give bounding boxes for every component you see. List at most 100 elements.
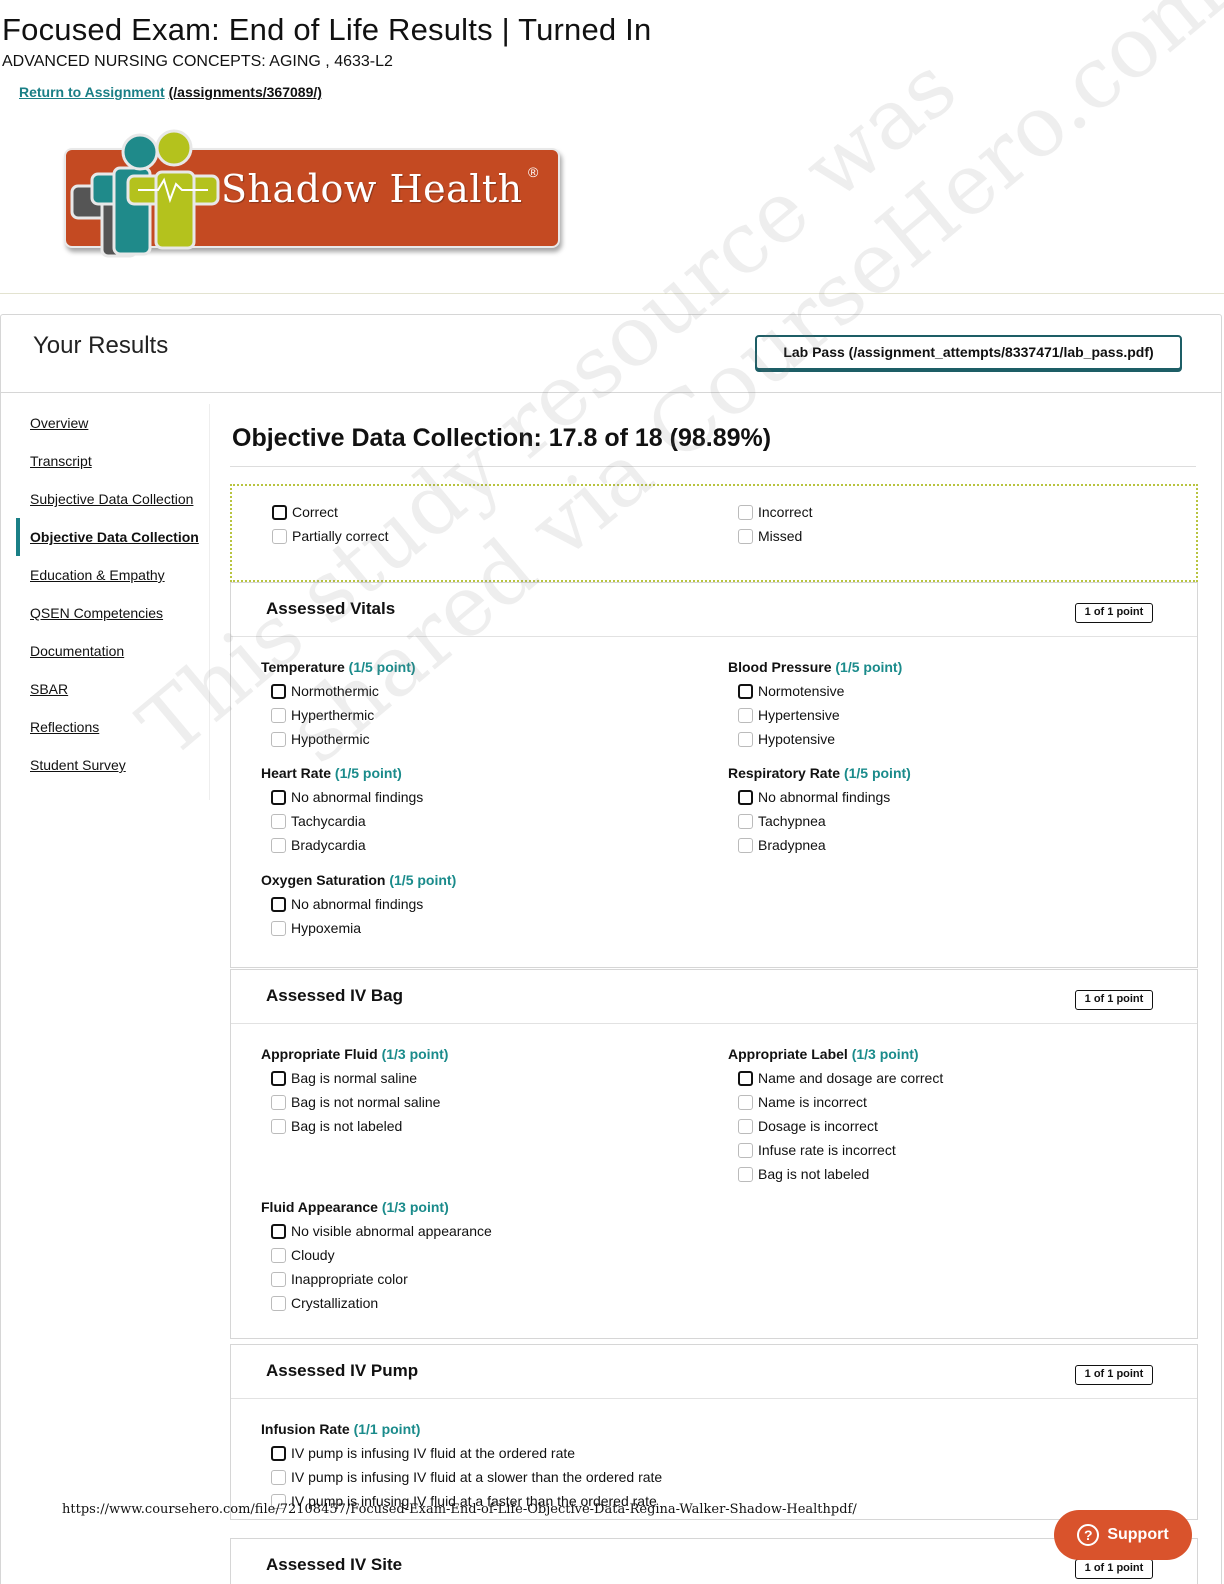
answer-label: No abnormal findings <box>291 896 424 912</box>
legend-incorrect: Incorrect <box>738 504 812 520</box>
answer-label: Bradycardia <box>291 837 366 853</box>
checkbox-icon <box>271 1118 286 1134</box>
answer-label: Bag is not normal saline <box>291 1094 441 1110</box>
question-group: Fluid Appearance (1/3 point) No visible a… <box>261 1195 681 1315</box>
checkbox-icon <box>738 1094 753 1110</box>
legend-partial: Partially correct <box>272 528 388 544</box>
card-header: Assessed IV Pump 1 of 1 point <box>231 1345 1197 1399</box>
checkbox-icon <box>272 528 287 544</box>
sidebar-item-overview[interactable]: Overview <box>16 404 209 442</box>
sidebar-item-transcript[interactable]: Transcript <box>16 442 209 480</box>
sidebar-item-objective-data-collection[interactable]: Objective Data Collection <box>16 518 209 556</box>
logo-figures-icon <box>70 129 220 258</box>
results-heading: Your Results <box>33 332 169 359</box>
answer-option: Bag is not normal saline <box>261 1090 681 1114</box>
answer-option: Bradypnea <box>728 833 1148 857</box>
points-badge: 1 of 1 point <box>1075 1365 1153 1385</box>
sidebar-item-education-empathy[interactable]: Education & Empathy <box>16 556 209 594</box>
question-label: Oxygen Saturation <box>261 872 386 888</box>
answer-option: Infuse rate is incorrect <box>728 1138 1148 1162</box>
checkbox-icon <box>271 1469 286 1485</box>
question-group: Appropriate Label (1/3 point) Name and do… <box>728 1042 1148 1186</box>
card-assessed-iv-bag: Assessed IV Bag 1 of 1 point Appropriate F… <box>230 969 1198 1339</box>
answer-label: Hyperthermic <box>291 707 375 723</box>
results-sidebar: Overview Transcript Subjective Data Collec… <box>16 404 210 800</box>
sidebar-item-subjective-data-collection[interactable]: Subjective Data Collection <box>16 480 209 518</box>
checkbox-icon <box>271 731 286 747</box>
answer-option: Bag is not labeled <box>261 1114 681 1138</box>
card-assessed-vitals: Assessed Vitals 1 of 1 point Temperature (… <box>230 582 1198 968</box>
sidebar-item-student-survey[interactable]: Student Survey <box>16 746 209 784</box>
question-label: Heart Rate <box>261 765 332 781</box>
question-group: Blood Pressure (1/5 point) Normotensive Hy… <box>728 655 1148 751</box>
sidebar-item-qsen-competencies[interactable]: QSEN Competencies <box>16 594 209 632</box>
course-name: ADVANCED NURSING CONCEPTS: AGING , 4633-… <box>2 53 393 70</box>
question-title: Fluid Appearance (1/3 point) <box>261 1195 681 1219</box>
checkbox-icon <box>271 1271 286 1287</box>
answer-option: Hypotensive <box>728 727 1148 751</box>
answer-label: IV pump is infusing IV fluid at the orde… <box>291 1445 576 1461</box>
registered-mark: ® <box>528 164 539 180</box>
help-icon: ? <box>1077 1524 1100 1546</box>
answer-label: Dosage is incorrect <box>758 1118 878 1134</box>
answer-option: Dosage is incorrect <box>728 1114 1148 1138</box>
question-label: Blood Pressure <box>728 659 832 675</box>
question-group: Respiratory Rate (1/5 point) No abnormal … <box>728 761 1148 857</box>
card-title: Assessed IV Pump <box>266 1361 419 1380</box>
question-points: (1/3 point) <box>381 1199 449 1215</box>
answer-label: Hypothermic <box>291 731 370 747</box>
answer-option: Normotensive <box>728 679 1148 703</box>
question-group: Heart Rate (1/5 point) No abnormal findin… <box>261 761 681 857</box>
answer-label: IV pump is infusing IV fluid at a slower… <box>291 1469 663 1485</box>
answer-option: Name is incorrect <box>728 1090 1148 1114</box>
question-label: Fluid Appearance <box>261 1199 378 1215</box>
question-points: (1/5 point) <box>843 765 911 781</box>
sidebar-item-reflections[interactable]: Reflections <box>16 708 209 746</box>
card-title: Assessed IV Site <box>266 1555 403 1574</box>
checkbox-selected-icon <box>738 789 753 805</box>
checkbox-icon <box>738 731 753 747</box>
checkbox-icon <box>271 1295 286 1311</box>
checkbox-selected-icon <box>271 1070 286 1086</box>
question-points: (1/5 point) <box>835 659 903 675</box>
results-header: Your Results Lab Pass (/assignment_attem… <box>1 315 1221 393</box>
question-points: (1/5 point) <box>389 872 457 888</box>
question-title: Heart Rate (1/5 point) <box>261 761 681 785</box>
card-header: Assessed Vitals 1 of 1 point <box>231 583 1197 637</box>
lab-pass-button[interactable]: Lab Pass (/assignment_attempts/8337471/l… <box>755 335 1182 370</box>
question-group: Oxygen Saturation (1/5 point) No abnormal… <box>261 868 681 940</box>
sidebar-item-documentation[interactable]: Documentation <box>16 632 209 670</box>
answer-option: No abnormal findings <box>728 785 1148 809</box>
return-path: (/assignments/367089/) <box>168 84 322 100</box>
answer-label: Infuse rate is incorrect <box>758 1142 896 1158</box>
answer-option: Normothermic <box>261 679 681 703</box>
legend-correct-label: Correct <box>292 504 338 520</box>
sidebar-item-sbar[interactable]: SBAR <box>16 670 209 708</box>
checkbox-icon <box>738 1166 753 1182</box>
return-link[interactable]: Return to Assignment <box>19 84 165 100</box>
checkbox-selected-icon <box>271 683 286 699</box>
checkbox-selected-icon <box>738 683 753 699</box>
page-title: Focused Exam: End of Life Results | Turn… <box>2 12 652 47</box>
question-title: Oxygen Saturation (1/5 point) <box>261 868 681 892</box>
checkbox-icon <box>271 707 286 723</box>
checkbox-selected-icon <box>272 504 287 520</box>
answer-label: Bag is normal saline <box>291 1070 418 1086</box>
answer-label: Normothermic <box>291 683 379 699</box>
legend-partial-label: Partially correct <box>292 528 389 544</box>
answer-label: Hypertensive <box>758 707 840 723</box>
answer-option: Hypoxemia <box>261 916 681 940</box>
support-button[interactable]: ? Support <box>1054 1510 1192 1560</box>
answer-option: Hypothermic <box>261 727 681 751</box>
return-to-assignment[interactable]: Return to Assignment (/assignments/36708… <box>19 84 322 100</box>
checkbox-icon <box>271 1094 286 1110</box>
header-divider <box>0 293 1224 294</box>
card-assessed-iv-pump: Assessed IV Pump 1 of 1 point Infusion Rat… <box>230 1344 1198 1520</box>
checkbox-selected-icon <box>271 1223 286 1239</box>
question-label: Infusion Rate <box>261 1421 350 1437</box>
answer-option: Tachypnea <box>728 809 1148 833</box>
question-title: Blood Pressure (1/5 point) <box>728 655 1148 679</box>
checkbox-selected-icon <box>271 1445 286 1461</box>
answer-label: Hypotensive <box>758 731 836 747</box>
card-header: Assessed IV Bag 1 of 1 point <box>231 970 1197 1024</box>
